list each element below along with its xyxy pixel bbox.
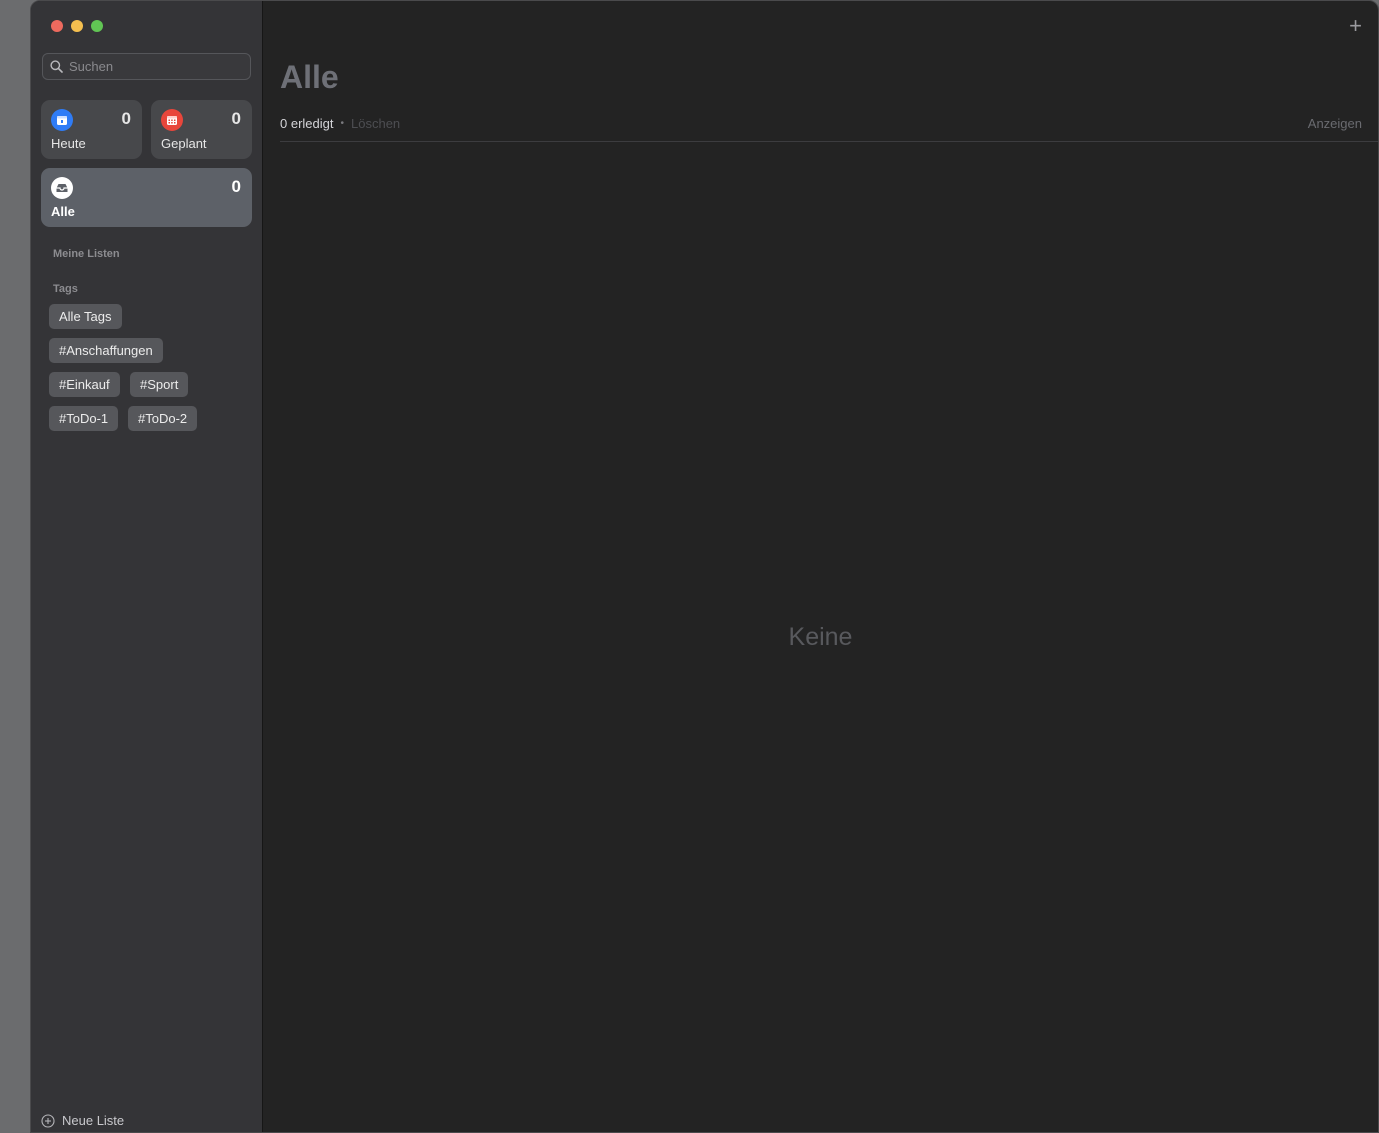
main-content: + Alle 0 erledigt • Löschen Anzeigen Kei…: [263, 1, 1378, 1132]
show-completed-button[interactable]: Anzeigen: [1308, 116, 1362, 131]
tag-sport[interactable]: #Sport: [130, 372, 189, 397]
tag-anschaffungen[interactable]: #Anschaffungen: [49, 338, 163, 363]
tags-heading: Tags: [53, 283, 78, 295]
smart-list-today[interactable]: 0 Heute: [41, 100, 142, 159]
page-title: Alle: [280, 59, 339, 95]
sidebar: 0 Heute 0 Geplant: [31, 1, 263, 1132]
tray-icon: [51, 177, 73, 199]
tag-all-tags[interactable]: Alle Tags: [49, 304, 122, 329]
tag-todo-2[interactable]: #ToDo-2: [128, 406, 198, 431]
window-controls: [51, 20, 103, 32]
new-list-button[interactable]: Neue Liste: [41, 1113, 124, 1128]
search-field[interactable]: [42, 53, 251, 80]
divider: [280, 141, 1378, 142]
tag-todo-1[interactable]: #ToDo-1: [49, 406, 119, 431]
smart-list-all[interactable]: 0 Alle: [41, 168, 252, 227]
today-label: Heute: [51, 136, 86, 151]
separator-bullet: •: [340, 118, 344, 129]
all-count: 0: [231, 177, 241, 196]
scheduled-count: 0: [231, 109, 241, 128]
empty-state-text: Keine: [788, 623, 853, 651]
tag-einkauf[interactable]: #Einkauf: [49, 372, 120, 397]
all-label: Alle: [51, 204, 75, 219]
search-icon: [50, 60, 63, 73]
scheduled-label: Geplant: [161, 136, 207, 151]
calendar-grid-icon: [161, 109, 183, 131]
minimize-window-button[interactable]: [71, 20, 83, 32]
completed-count: 0 erledigt: [280, 116, 334, 131]
completed-status-row: 0 erledigt • Löschen Anzeigen: [280, 116, 1362, 131]
my-lists-heading: Meine Listen: [53, 248, 120, 260]
close-window-button[interactable]: [51, 20, 63, 32]
new-list-label: Neue Liste: [62, 1113, 125, 1128]
calendar-today-icon: [51, 109, 73, 131]
search-input[interactable]: [69, 59, 239, 74]
smart-list-scheduled[interactable]: 0 Geplant: [151, 100, 252, 159]
zoom-window-button[interactable]: [91, 20, 103, 32]
plus-circle-icon: [41, 1113, 55, 1128]
delete-completed-button[interactable]: Löschen: [351, 116, 400, 131]
add-reminder-button[interactable]: +: [1349, 15, 1362, 37]
today-count: 0: [121, 109, 131, 128]
app-window: 0 Heute 0 Geplant: [30, 0, 1379, 1133]
